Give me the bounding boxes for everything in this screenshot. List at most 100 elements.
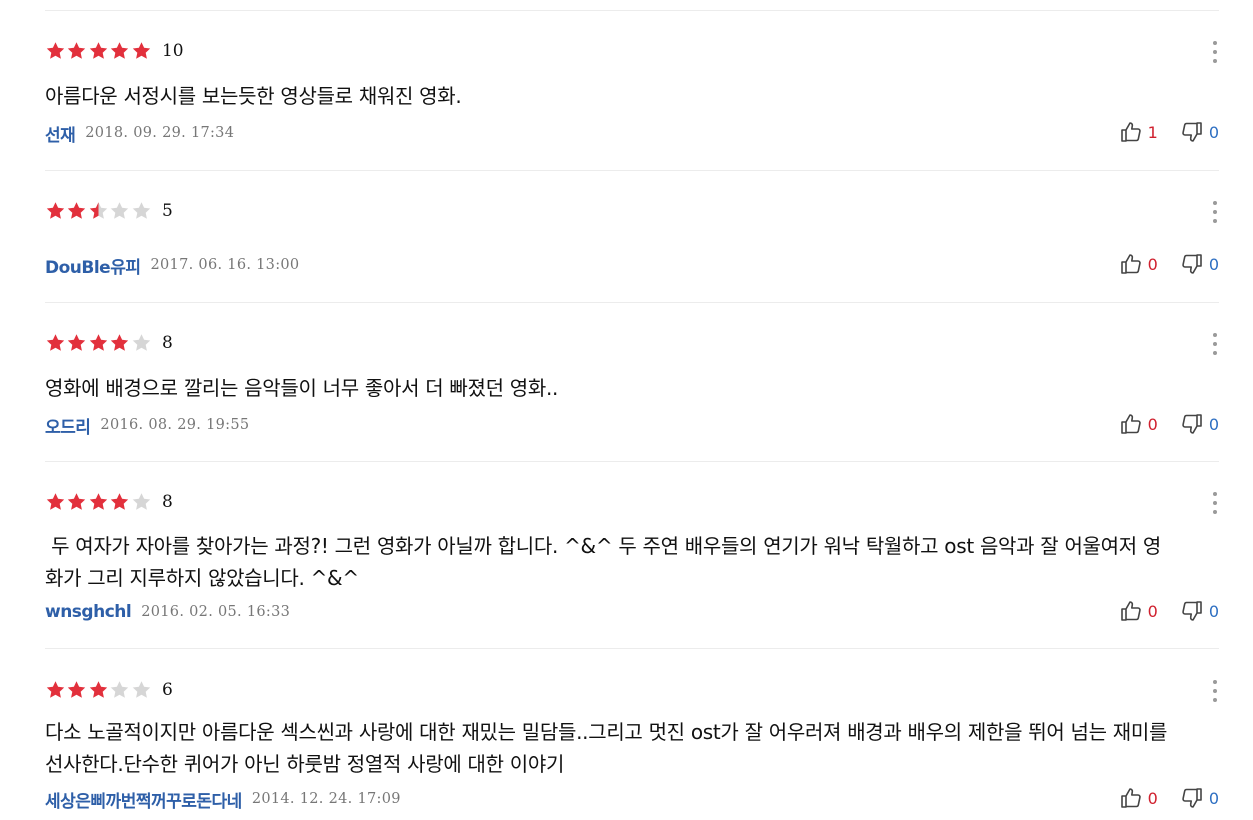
divider <box>45 302 1219 303</box>
star-icon <box>89 334 107 351</box>
vote-buttons: 0 0 <box>1119 412 1219 436</box>
vote-buttons: 0 0 <box>1119 599 1219 623</box>
author-name[interactable]: 선재 <box>45 121 76 146</box>
thumbs-down-icon <box>1182 788 1202 808</box>
rating-score: 6 <box>161 680 173 700</box>
dislike-count: 0 <box>1208 414 1219 434</box>
divider <box>45 461 1219 462</box>
like-button[interactable]: 0 <box>1119 786 1158 810</box>
more-options-icon[interactable] <box>1211 201 1219 223</box>
rating-row: 8 <box>45 331 173 355</box>
star-icon <box>46 334 65 351</box>
divider <box>45 170 1219 171</box>
review-date: 2016. 08. 29. 19:55 <box>100 417 250 433</box>
like-button[interactable]: 0 <box>1119 412 1158 436</box>
rating-row: 10 <box>45 39 184 63</box>
divider <box>45 648 1219 649</box>
star-icon <box>110 202 129 219</box>
review-meta: 오드리 2016. 08. 29. 19:55 <box>45 413 250 438</box>
rating-row: 8 <box>45 490 173 514</box>
review-date: 2014. 12. 24. 17:09 <box>251 791 401 807</box>
star-icon <box>110 681 129 698</box>
star-icon <box>110 42 129 59</box>
star-icon <box>89 681 107 698</box>
star-icon <box>132 681 150 698</box>
like-count: 0 <box>1147 788 1158 808</box>
review-text: 두 여자가 자아를 찾아가는 과정?! 그런 영화가 아닐까 합니다. ^&^ … <box>45 534 1162 590</box>
review-date: 2016. 02. 05. 16:33 <box>141 604 291 620</box>
rating-row: 5 <box>45 199 173 223</box>
rating-score: 8 <box>161 333 173 353</box>
vote-buttons: 0 0 <box>1119 252 1219 276</box>
star-icon <box>89 42 107 59</box>
like-count: 0 <box>1147 414 1158 434</box>
star-icon <box>68 681 86 698</box>
dislike-button[interactable]: 0 <box>1180 599 1219 623</box>
like-button[interactable]: 1 <box>1119 120 1158 144</box>
star-icon <box>46 42 65 59</box>
rating-score: 10 <box>161 41 184 61</box>
more-options-icon[interactable] <box>1211 41 1219 63</box>
thumbs-down-icon <box>1182 601 1202 621</box>
like-button[interactable]: 0 <box>1119 252 1158 276</box>
star-icon <box>89 202 107 219</box>
dislike-count: 0 <box>1208 254 1219 274</box>
star-icon <box>46 493 65 510</box>
thumbs-up-icon <box>1120 122 1141 142</box>
thumbs-up-icon <box>1120 414 1141 434</box>
star-icon <box>68 493 86 510</box>
like-count: 0 <box>1147 601 1158 621</box>
like-button[interactable]: 0 <box>1119 599 1158 623</box>
review-meta: 세상은삐까번쩍꺼꾸로돈다네 2014. 12. 24. 17:09 <box>45 787 401 812</box>
star-icon <box>89 493 107 510</box>
review-text: 아름다운 서정시를 보는듯한 영상들로 채워진 영화. <box>45 84 462 108</box>
review-text: 다소 노골적이지만 아름다운 섹스씬과 사랑에 대한 재밌는 밀담들..그리고 … <box>45 720 1174 776</box>
review-date: 2017. 06. 16. 13:00 <box>150 257 300 273</box>
dislike-button[interactable]: 0 <box>1180 252 1219 276</box>
star-icon <box>132 202 150 219</box>
star-icon <box>110 334 129 351</box>
thumbs-up-icon <box>1120 254 1141 274</box>
dislike-button[interactable]: 0 <box>1180 786 1219 810</box>
author-name[interactable]: 오드리 <box>45 413 91 438</box>
star-icon <box>68 334 86 351</box>
star-icon <box>68 202 86 219</box>
star-icon <box>132 334 150 351</box>
more-options-icon[interactable] <box>1211 680 1219 702</box>
like-count: 1 <box>1147 122 1158 142</box>
divider <box>45 10 1219 11</box>
more-options-icon[interactable] <box>1211 492 1219 514</box>
review-text: 영화에 배경으로 깔리는 음악들이 너무 좋아서 더 빠졌던 영화.. <box>45 376 559 400</box>
author-name[interactable]: wnsghchl <box>45 602 132 622</box>
vote-buttons: 0 0 <box>1119 786 1219 810</box>
dislike-count: 0 <box>1208 788 1219 808</box>
star-icon <box>46 202 65 219</box>
like-count: 0 <box>1147 254 1158 274</box>
dislike-button[interactable]: 0 <box>1180 412 1219 436</box>
rating-row: 6 <box>45 678 173 702</box>
star-rating <box>45 201 152 221</box>
review-meta: 선재 2018. 09. 29. 17:34 <box>45 121 235 146</box>
dislike-button[interactable]: 0 <box>1180 120 1219 144</box>
author-name[interactable]: 세상은삐까번쩍꺼꾸로돈다네 <box>45 787 242 812</box>
thumbs-down-icon <box>1182 254 1202 274</box>
star-rating <box>45 492 152 512</box>
star-rating <box>45 333 152 353</box>
thumbs-up-icon <box>1120 788 1141 808</box>
vote-buttons: 1 0 <box>1119 120 1219 144</box>
star-icon <box>132 493 150 510</box>
more-options-icon[interactable] <box>1211 333 1219 355</box>
rating-score: 5 <box>161 201 173 221</box>
review-meta: DouBle유피 2017. 06. 16. 13:00 <box>45 253 300 278</box>
review-meta: wnsghchl 2016. 02. 05. 16:33 <box>45 600 290 624</box>
thumbs-up-icon <box>1120 601 1141 621</box>
review-date: 2018. 09. 29. 17:34 <box>85 125 235 141</box>
rating-score: 8 <box>161 492 173 512</box>
thumbs-down-icon <box>1182 414 1202 434</box>
star-rating <box>45 680 152 700</box>
dislike-count: 0 <box>1208 601 1219 621</box>
star-icon <box>132 42 150 59</box>
star-icon <box>46 681 65 698</box>
star-icon <box>110 493 129 510</box>
author-name[interactable]: DouBle유피 <box>45 253 141 278</box>
